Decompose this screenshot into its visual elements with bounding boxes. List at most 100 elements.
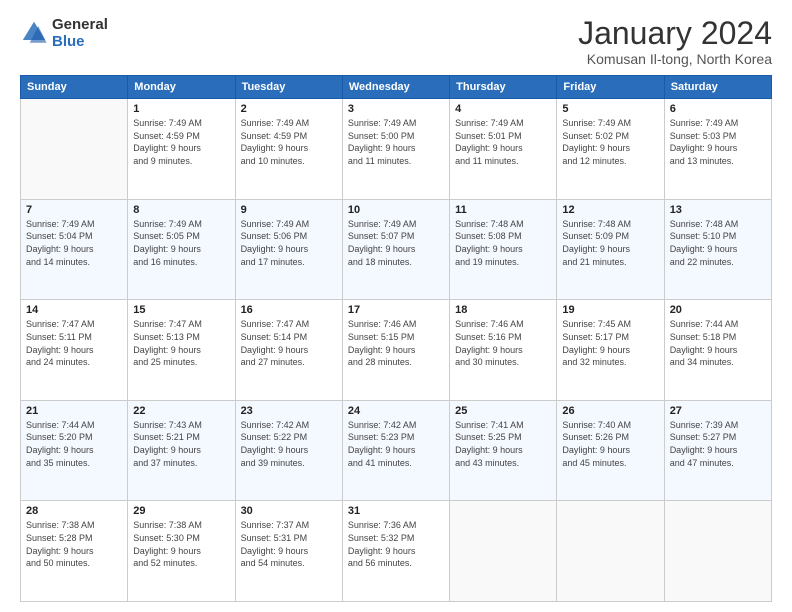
calendar-week-row: 28Sunrise: 7:38 AM Sunset: 5:28 PM Dayli… <box>21 501 772 602</box>
day-number: 18 <box>455 304 551 316</box>
day-info: Sunrise: 7:49 AM Sunset: 5:00 PM Dayligh… <box>348 117 444 167</box>
day-info: Sunrise: 7:39 AM Sunset: 5:27 PM Dayligh… <box>670 419 766 469</box>
calendar-cell: 29 Sunrise: 7:38 AM Sunset: 5:30 PM Dayli… <box>128 501 235 602</box>
col-saturday: Saturday <box>664 76 771 99</box>
calendar-cell: 21Sunrise: 7:44 AM Sunset: 5:20 PM Dayli… <box>21 400 128 501</box>
day-number: 17 <box>348 304 444 316</box>
calendar-cell: 1 Sunrise: 7:49 AM Sunset: 4:59 PM Daylig… <box>128 99 235 200</box>
col-tuesday: Tuesday <box>235 76 342 99</box>
calendar-cell: 12 Sunrise: 7:48 AM Sunset: 5:09 PM Dayli… <box>557 199 664 300</box>
day-number: 25 <box>455 405 551 417</box>
day-info: Sunrise: 7:47 AM Sunset: 5:11 PM Dayligh… <box>26 318 122 368</box>
calendar-cell: 11Sunrise: 7:48 AM Sunset: 5:08 PM Dayli… <box>450 199 557 300</box>
day-number: 6 <box>670 103 766 115</box>
calendar-week-row: 1 Sunrise: 7:49 AM Sunset: 4:59 PM Daylig… <box>21 99 772 200</box>
day-number: 10 <box>348 204 444 216</box>
day-info: Sunrise: 7:49 AM Sunset: 5:04 PM Dayligh… <box>26 218 122 268</box>
day-number: 4 <box>455 103 551 115</box>
day-info: Sunrise: 7:43 AM Sunset: 5:21 PM Dayligh… <box>133 419 229 469</box>
day-number: 12 <box>562 204 658 216</box>
calendar-cell: 10 Sunrise: 7:49 AM Sunset: 5:07 PM Dayli… <box>342 199 449 300</box>
day-number: 15 <box>133 304 229 316</box>
day-number: 11 <box>455 204 551 216</box>
calendar-cell <box>664 501 771 602</box>
day-number: 20 <box>670 304 766 316</box>
day-number: 1 <box>133 103 229 115</box>
day-info: Sunrise: 7:49 AM Sunset: 5:07 PM Dayligh… <box>348 218 444 268</box>
day-info: Sunrise: 7:49 AM Sunset: 5:05 PM Dayligh… <box>133 218 229 268</box>
calendar-cell: 22 Sunrise: 7:43 AM Sunset: 5:21 PM Dayli… <box>128 400 235 501</box>
day-info: Sunrise: 7:49 AM Sunset: 5:02 PM Dayligh… <box>562 117 658 167</box>
day-number: 3 <box>348 103 444 115</box>
day-number: 29 <box>133 505 229 517</box>
calendar-header-row: Sunday Monday Tuesday Wednesday Thursday… <box>21 76 772 99</box>
day-info: Sunrise: 7:42 AM Sunset: 5:22 PM Dayligh… <box>241 419 337 469</box>
calendar-cell: 19 Sunrise: 7:45 AM Sunset: 5:17 PM Dayli… <box>557 300 664 401</box>
calendar-cell: 6 Sunrise: 7:49 AM Sunset: 5:03 PM Daylig… <box>664 99 771 200</box>
day-number: 19 <box>562 304 658 316</box>
day-number: 2 <box>241 103 337 115</box>
day-number: 24 <box>348 405 444 417</box>
day-info: Sunrise: 7:49 AM Sunset: 5:03 PM Dayligh… <box>670 117 766 167</box>
calendar-week-row: 7 Sunrise: 7:49 AM Sunset: 5:04 PM Daylig… <box>21 199 772 300</box>
day-info: Sunrise: 7:48 AM Sunset: 5:10 PM Dayligh… <box>670 218 766 268</box>
calendar-week-row: 14Sunrise: 7:47 AM Sunset: 5:11 PM Dayli… <box>21 300 772 401</box>
day-number: 22 <box>133 405 229 417</box>
day-info: Sunrise: 7:47 AM Sunset: 5:13 PM Dayligh… <box>133 318 229 368</box>
day-number: 26 <box>562 405 658 417</box>
calendar-cell: 17Sunrise: 7:46 AM Sunset: 5:15 PM Dayli… <box>342 300 449 401</box>
day-info: Sunrise: 7:37 AM Sunset: 5:31 PM Dayligh… <box>241 519 337 569</box>
header: General Blue January 2024 Komusan Il-ton… <box>20 16 772 67</box>
day-number: 9 <box>241 204 337 216</box>
sub-title: Komusan Il-tong, North Korea <box>578 51 772 67</box>
day-info: Sunrise: 7:49 AM Sunset: 5:01 PM Dayligh… <box>455 117 551 167</box>
calendar-cell: 26 Sunrise: 7:40 AM Sunset: 5:26 PM Dayli… <box>557 400 664 501</box>
day-info: Sunrise: 7:41 AM Sunset: 5:25 PM Dayligh… <box>455 419 551 469</box>
calendar-cell: 27 Sunrise: 7:39 AM Sunset: 5:27 PM Dayli… <box>664 400 771 501</box>
calendar-cell: 15 Sunrise: 7:47 AM Sunset: 5:13 PM Dayli… <box>128 300 235 401</box>
day-info: Sunrise: 7:42 AM Sunset: 5:23 PM Dayligh… <box>348 419 444 469</box>
calendar-cell: 13 Sunrise: 7:48 AM Sunset: 5:10 PM Dayli… <box>664 199 771 300</box>
page: General Blue January 2024 Komusan Il-ton… <box>0 0 792 612</box>
col-sunday: Sunday <box>21 76 128 99</box>
day-number: 27 <box>670 405 766 417</box>
col-friday: Friday <box>557 76 664 99</box>
day-info: Sunrise: 7:46 AM Sunset: 5:16 PM Dayligh… <box>455 318 551 368</box>
day-info: Sunrise: 7:49 AM Sunset: 4:59 PM Dayligh… <box>133 117 229 167</box>
day-number: 30 <box>241 505 337 517</box>
calendar-cell: 3 Sunrise: 7:49 AM Sunset: 5:00 PM Daylig… <box>342 99 449 200</box>
day-info: Sunrise: 7:45 AM Sunset: 5:17 PM Dayligh… <box>562 318 658 368</box>
day-number: 5 <box>562 103 658 115</box>
calendar-cell: 8 Sunrise: 7:49 AM Sunset: 5:05 PM Daylig… <box>128 199 235 300</box>
calendar-cell: 16Sunrise: 7:47 AM Sunset: 5:14 PM Dayli… <box>235 300 342 401</box>
day-info: Sunrise: 7:38 AM Sunset: 5:30 PM Dayligh… <box>133 519 229 569</box>
day-info: Sunrise: 7:49 AM Sunset: 4:59 PM Dayligh… <box>241 117 337 167</box>
calendar-cell: 5 Sunrise: 7:49 AM Sunset: 5:02 PM Daylig… <box>557 99 664 200</box>
col-thursday: Thursday <box>450 76 557 99</box>
day-number: 21 <box>26 405 122 417</box>
main-title: January 2024 <box>578 16 772 51</box>
day-number: 8 <box>133 204 229 216</box>
day-number: 23 <box>241 405 337 417</box>
calendar-week-row: 21Sunrise: 7:44 AM Sunset: 5:20 PM Dayli… <box>21 400 772 501</box>
day-info: Sunrise: 7:47 AM Sunset: 5:14 PM Dayligh… <box>241 318 337 368</box>
calendar-cell: 20 Sunrise: 7:44 AM Sunset: 5:18 PM Dayli… <box>664 300 771 401</box>
calendar-cell: 14Sunrise: 7:47 AM Sunset: 5:11 PM Dayli… <box>21 300 128 401</box>
calendar-cell: 31Sunrise: 7:36 AM Sunset: 5:32 PM Dayli… <box>342 501 449 602</box>
calendar-cell: 9Sunrise: 7:49 AM Sunset: 5:06 PM Daylig… <box>235 199 342 300</box>
logo-icon <box>20 19 48 47</box>
day-number: 13 <box>670 204 766 216</box>
day-info: Sunrise: 7:44 AM Sunset: 5:18 PM Dayligh… <box>670 318 766 368</box>
calendar-cell <box>21 99 128 200</box>
day-number: 7 <box>26 204 122 216</box>
calendar-cell: 25 Sunrise: 7:41 AM Sunset: 5:25 PM Dayli… <box>450 400 557 501</box>
calendar-cell <box>450 501 557 602</box>
logo: General Blue <box>20 16 108 50</box>
day-number: 28 <box>26 505 122 517</box>
day-info: Sunrise: 7:40 AM Sunset: 5:26 PM Dayligh… <box>562 419 658 469</box>
calendar-cell: 24 Sunrise: 7:42 AM Sunset: 5:23 PM Dayli… <box>342 400 449 501</box>
logo-text: General Blue <box>52 16 108 50</box>
calendar-cell: 28Sunrise: 7:38 AM Sunset: 5:28 PM Dayli… <box>21 501 128 602</box>
calendar-cell: 18 Sunrise: 7:46 AM Sunset: 5:16 PM Dayli… <box>450 300 557 401</box>
day-info: Sunrise: 7:48 AM Sunset: 5:09 PM Dayligh… <box>562 218 658 268</box>
